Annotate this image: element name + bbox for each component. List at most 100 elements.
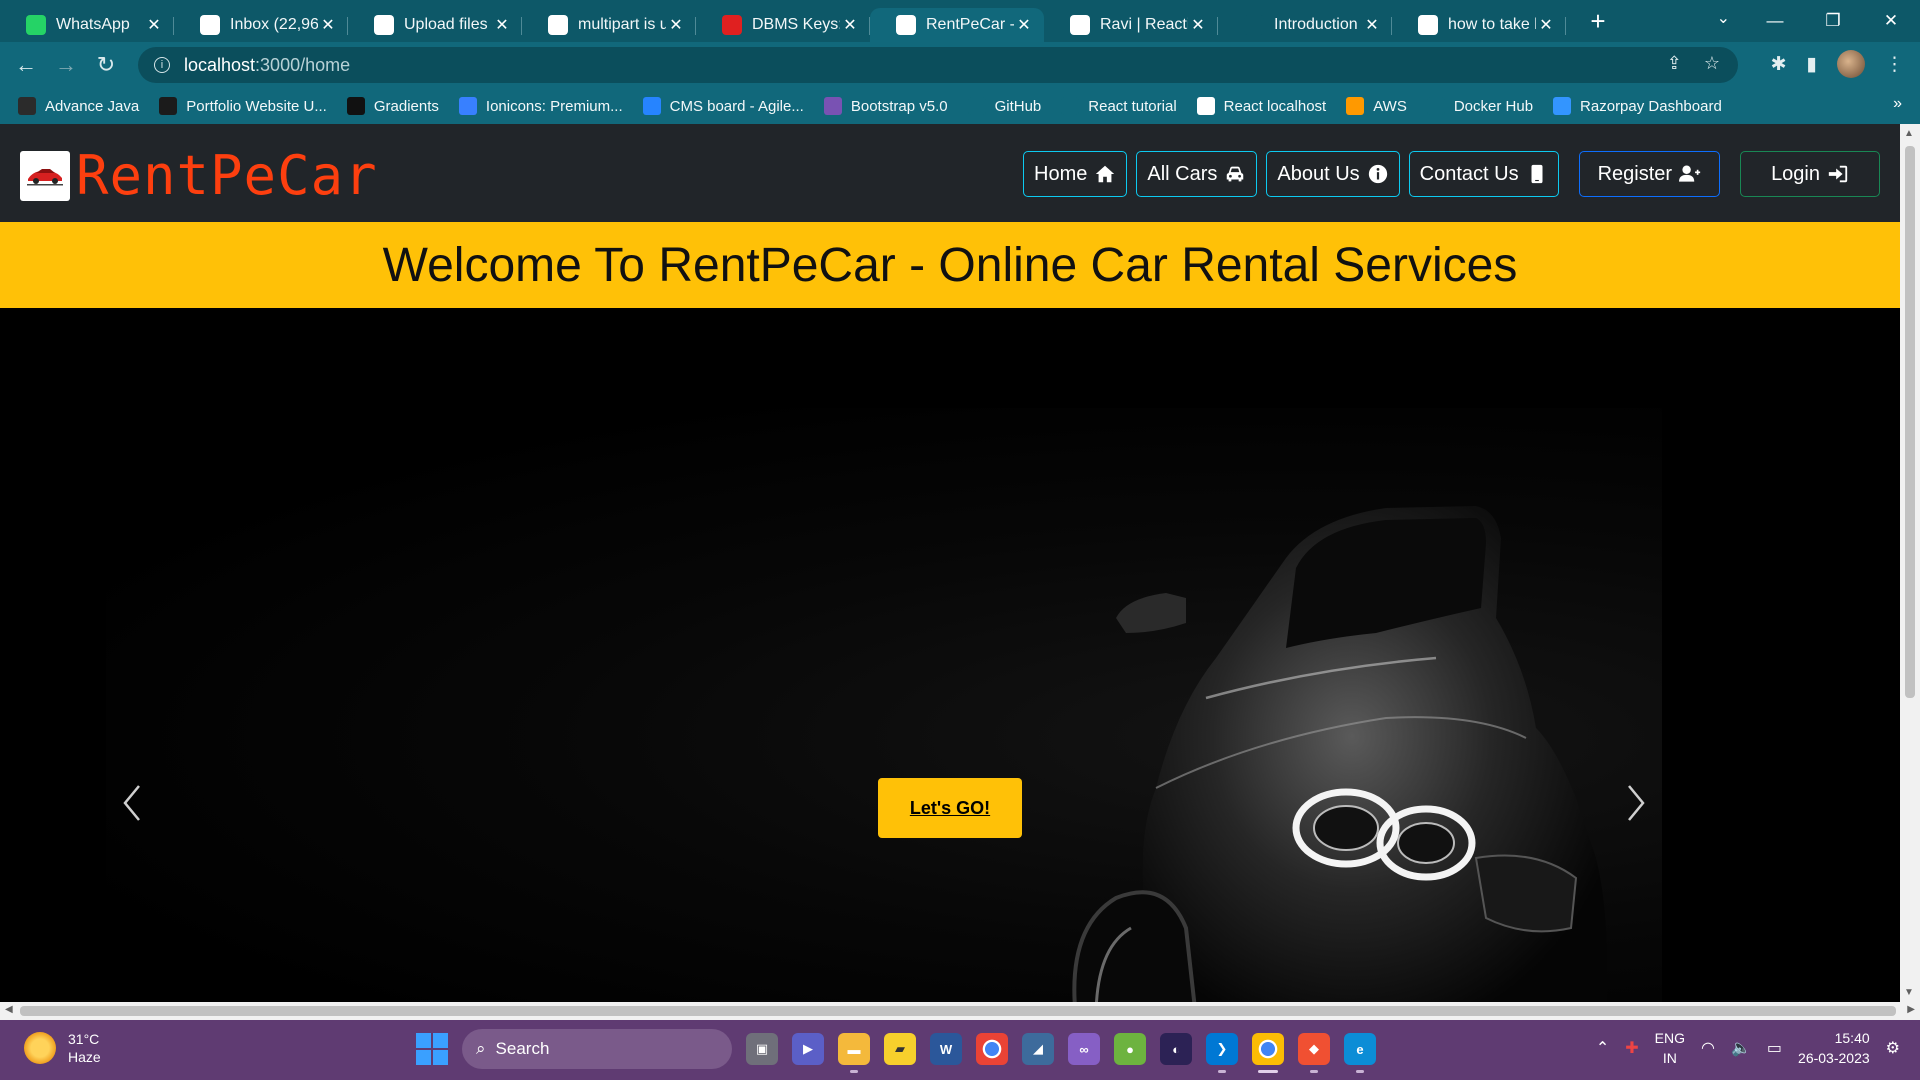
close-tab-icon[interactable]: ✕: [1536, 15, 1556, 35]
carousel-prev-button[interactable]: [112, 778, 152, 828]
site-info-icon[interactable]: i: [154, 57, 170, 73]
bookmark-label: GitHub: [994, 97, 1042, 115]
carousel-next-button[interactable]: [1616, 778, 1656, 828]
vertical-scrollbar[interactable]: ▲ ▼: [1900, 124, 1920, 1002]
bookmark-5[interactable]: Bootstrap v5.0: [823, 97, 948, 115]
taskbar-apps: ⌕ Search ▣ ▶ ▬ ▰ W ◢ ∞ ● ◐ ❯ ◆ e: [416, 1029, 1376, 1073]
chrome-profile-icon[interactable]: [1252, 1033, 1284, 1073]
weather-widget[interactable]: 31°C Haze: [24, 1030, 101, 1066]
more-bookmarks-icon[interactable]: »: [1893, 95, 1902, 113]
brand[interactable]: RentPeCar: [20, 148, 378, 204]
vertical-scroll-thumb[interactable]: [1905, 146, 1915, 698]
github-icon: [374, 15, 394, 35]
browser-tab-4[interactable]: DBMS Keys: Pr ✕: [696, 8, 870, 42]
bookmark-7[interactable]: React tutorial: [1061, 97, 1177, 115]
word-icon[interactable]: W: [930, 1033, 962, 1065]
browser-tab-1[interactable]: Inbox (22,966) ✕: [174, 8, 348, 42]
windows-start-icon[interactable]: [416, 1033, 448, 1065]
scroll-right-icon[interactable]: ▶: [1907, 1004, 1915, 1015]
nav-home-label: Home: [1034, 162, 1088, 185]
battery-icon[interactable]: ▭: [1767, 1038, 1782, 1058]
close-tab-icon[interactable]: ✕: [1188, 15, 1208, 35]
bookmark-1[interactable]: Portfolio Website U...: [159, 97, 327, 115]
clock[interactable]: 15:40 26-03-2023: [1798, 1028, 1870, 1068]
nav-about-button[interactable]: About Us: [1266, 151, 1400, 197]
horizontal-scrollbar[interactable]: ◀ ▶: [0, 1002, 1920, 1020]
volume-icon[interactable]: 🔈: [1731, 1038, 1751, 1058]
spring-tools-icon[interactable]: ●: [1114, 1033, 1146, 1065]
show-hidden-icons-chevron-icon[interactable]: ⌃: [1596, 1038, 1609, 1058]
bookmark-8[interactable]: React localhost: [1196, 97, 1326, 115]
bookmark-4[interactable]: CMS board - Agile...: [642, 97, 804, 115]
extensions-puzzle-icon[interactable]: ✱: [1771, 53, 1787, 76]
close-tab-icon[interactable]: ✕: [318, 15, 338, 35]
profile-avatar[interactable]: [1837, 50, 1865, 78]
teams-chat-icon[interactable]: ▶: [792, 1033, 824, 1065]
close-tab-icon[interactable]: ✕: [840, 15, 860, 35]
bookmark-10[interactable]: Docker Hub: [1426, 97, 1533, 115]
bookmark-3[interactable]: Ionicons: Premium...: [458, 97, 623, 115]
back-arrow-icon[interactable]: ←: [6, 52, 46, 78]
eclipse-icon[interactable]: ◐: [1160, 1033, 1192, 1065]
nav-register-button[interactable]: Register: [1578, 151, 1721, 197]
close-tab-icon[interactable]: ✕: [1362, 15, 1382, 35]
file-explorer-icon[interactable]: ▬: [838, 1033, 870, 1073]
vscode-icon[interactable]: ❯: [1206, 1033, 1238, 1073]
browser-tab-3[interactable]: multipart is us ✕: [522, 8, 696, 42]
close-tab-icon[interactable]: ✕: [666, 15, 686, 35]
browser-tab-6[interactable]: Ravi | Reactive ✕: [1044, 8, 1218, 42]
browser-tab-strip: WhatsApp ✕ Inbox (22,966) ✕ Upload files…: [0, 0, 1920, 42]
language-indicator[interactable]: ENG IN: [1655, 1028, 1685, 1068]
horizontal-scroll-thumb[interactable]: [20, 1006, 1896, 1016]
close-tab-icon[interactable]: ✕: [144, 15, 164, 35]
bookmark-star-icon[interactable]: ☆: [1704, 53, 1720, 74]
more-menu-icon[interactable]: ⋮: [1885, 53, 1904, 76]
visual-studio-icon[interactable]: ∞: [1068, 1033, 1100, 1065]
browser-tab-8[interactable]: how to take lo ✕: [1392, 8, 1566, 42]
browser-tab-7[interactable]: Introduction t ✕: [1218, 8, 1392, 42]
windows-taskbar: 31°C Haze ⌕ Search ▣ ▶ ▬ ▰ W ◢ ∞ ● ◐ ❯ ◆…: [0, 1020, 1920, 1080]
edge-icon[interactable]: e: [1344, 1033, 1376, 1073]
close-tab-icon[interactable]: ✕: [492, 15, 512, 35]
scroll-down-icon[interactable]: ▼: [1904, 987, 1914, 998]
wifi-icon[interactable]: ◠: [1701, 1038, 1715, 1058]
user-plus-icon: [1679, 165, 1701, 182]
tab-title: multipart is us: [578, 16, 666, 33]
forward-arrow-icon[interactable]: →: [46, 52, 86, 78]
bookmark-2[interactable]: Gradients: [346, 97, 439, 115]
share-icon[interactable]: ⇪: [1667, 53, 1682, 74]
bookmark-6[interactable]: GitHub: [967, 97, 1042, 115]
close-tab-icon[interactable]: ✕: [1014, 15, 1034, 35]
taskbar-search[interactable]: ⌕ Search: [462, 1029, 732, 1069]
nav-contact-button[interactable]: Contact Us: [1408, 151, 1559, 197]
minimize-icon[interactable]: —: [1746, 11, 1804, 31]
angular-icon: [159, 97, 178, 115]
nav-home-button[interactable]: Home: [1023, 151, 1128, 197]
restore-icon[interactable]: ❐: [1804, 11, 1862, 31]
git-icon[interactable]: ◆: [1298, 1033, 1330, 1073]
scroll-up-icon[interactable]: ▲: [1904, 128, 1914, 139]
mysql-workbench-icon[interactable]: ◢: [1022, 1033, 1054, 1065]
app-tray-icon[interactable]: ✚: [1625, 1038, 1638, 1058]
reload-icon[interactable]: ↻: [86, 52, 126, 78]
chrome-icon[interactable]: [976, 1033, 1008, 1065]
close-window-icon[interactable]: ✕: [1862, 11, 1920, 31]
bookmark-9[interactable]: AWS: [1346, 97, 1407, 115]
side-panel-icon[interactable]: ▮: [1807, 53, 1817, 76]
bookmark-11[interactable]: Razorpay Dashboard: [1553, 97, 1722, 115]
bookmark-0[interactable]: Advance Java: [18, 97, 139, 115]
address-bar[interactable]: i localhost :3000/home ⇪ ☆: [138, 47, 1738, 83]
task-view-icon[interactable]: ▣: [746, 1033, 778, 1065]
browser-tab-2[interactable]: Upload files · r ✕: [348, 8, 522, 42]
nav-login-button[interactable]: Login: [1740, 151, 1880, 197]
lets-go-button[interactable]: Let's GO!: [878, 778, 1022, 838]
notifications-icon[interactable]: ⚙: [1886, 1038, 1900, 1058]
browser-tab-0[interactable]: WhatsApp ✕: [0, 8, 174, 42]
new-tab-button[interactable]: +: [1578, 6, 1618, 37]
nav-all-cars-button[interactable]: All Cars: [1136, 151, 1258, 197]
sticky-notes-icon[interactable]: ▰: [884, 1033, 916, 1065]
car-image: [1072, 506, 1608, 1002]
browser-tab-5[interactable]: RentPeCar - O ✕: [870, 8, 1044, 42]
scroll-left-icon[interactable]: ◀: [5, 1004, 13, 1015]
tab-search-icon[interactable]: ⌄: [1717, 8, 1730, 28]
